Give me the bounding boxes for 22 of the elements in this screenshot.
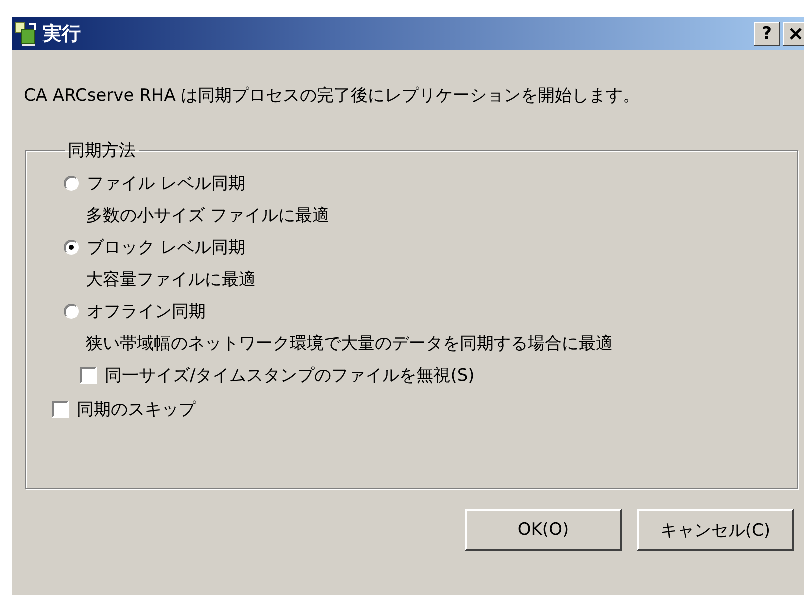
option-description: 多数の小サイズ ファイルに最適 xyxy=(86,204,330,228)
ok-button[interactable]: OK(O) xyxy=(465,509,622,551)
radio-button[interactable] xyxy=(64,240,79,254)
close-icon xyxy=(790,28,802,40)
help-button[interactable]: ? xyxy=(754,22,780,46)
cancel-button[interactable]: キャンセル(C) xyxy=(637,509,794,551)
checkbox[interactable] xyxy=(80,366,97,384)
radio-button[interactable] xyxy=(64,304,79,318)
checkbox[interactable] xyxy=(52,400,69,418)
info-message: CA ARCserve RHA は同期プロセスの完了後にレプリケーションを開始します。 xyxy=(24,85,642,107)
window-app-icon xyxy=(15,20,39,46)
option-description: 狭い帯域幅のネットワーク環境で大量のデータを同期する場合に最適 xyxy=(86,332,614,356)
group-title: 同期方法 xyxy=(67,140,137,162)
option-description: 大容量ファイルに最適 xyxy=(86,268,257,292)
radio-label: ファイル レベル同期 xyxy=(87,172,246,194)
checkbox-label: 同期のスキップ xyxy=(77,398,196,420)
radio-label: ブロック レベル同期 xyxy=(87,236,246,258)
radio-label: オフライン同期 xyxy=(87,300,206,322)
close-button[interactable] xyxy=(783,22,804,46)
checkbox-label: 同一サイズ/タイムスタンプのファイルを無視(S) xyxy=(105,364,475,386)
radio-button[interactable] xyxy=(64,176,79,190)
window-title: 実行 xyxy=(43,22,82,46)
